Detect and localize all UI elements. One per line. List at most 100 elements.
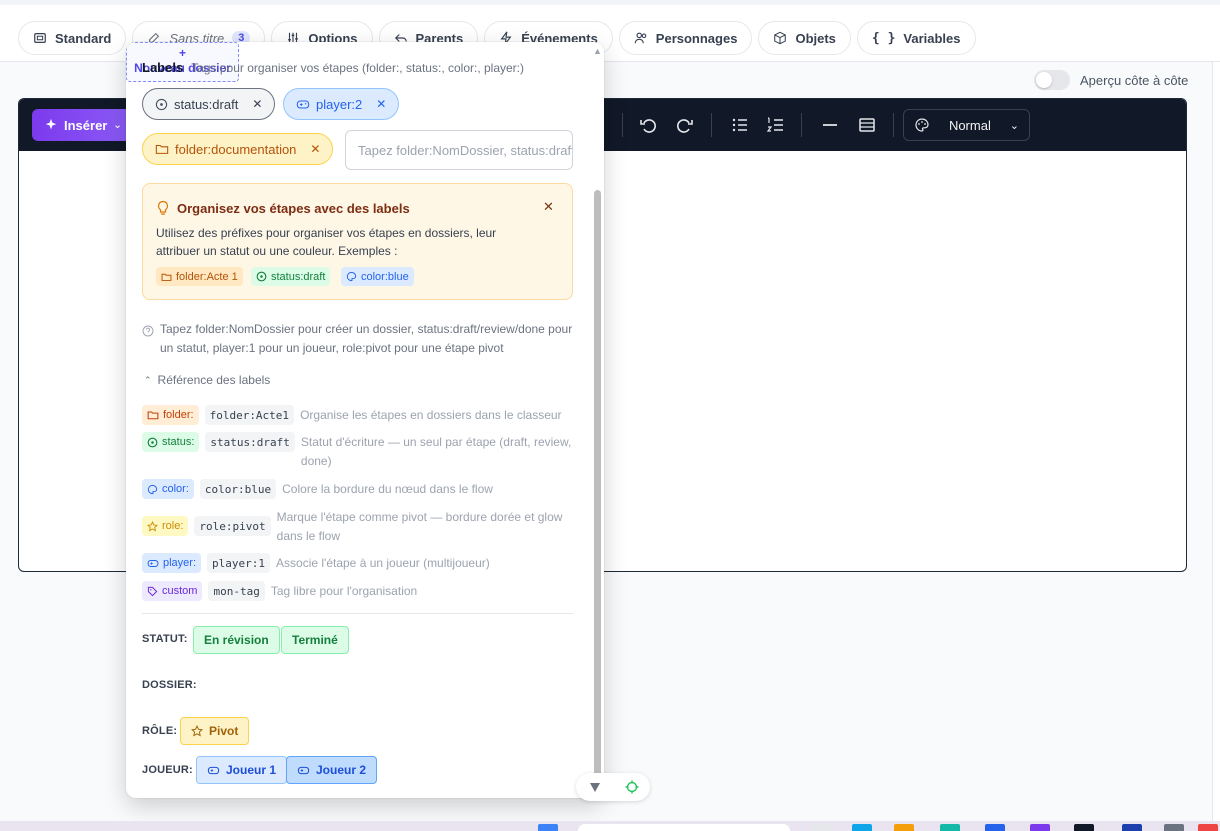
taskbar-app-icon[interactable]: [1074, 824, 1094, 831]
label-chip-player[interactable]: player:2 ✕: [283, 88, 400, 120]
remove-chip-icon[interactable]: ✕: [376, 97, 386, 111]
label-input[interactable]: Tapez folder:NomDossier, status:draft…: [345, 130, 573, 170]
reference-tag: folder:: [142, 405, 199, 425]
tab-objets[interactable]: Objets: [758, 21, 851, 55]
help-label: Tapez folder:NomDossier pour créer un do…: [160, 322, 573, 355]
reference-desc: Associe l'étape à un joueur (multijoueur…: [276, 556, 490, 570]
taskbar-app-icon[interactable]: [1122, 824, 1142, 831]
reference-tag-label: status:: [162, 436, 195, 448]
reference-desc: Statut d'écriture — un seul par étape (d…: [300, 435, 572, 468]
reference-tag: status:: [142, 432, 200, 452]
reference-desc: Organise les étapes en dossiers dans le …: [300, 408, 562, 422]
taskbar-app-icon[interactable]: [1198, 824, 1218, 831]
taskbar-app-icon[interactable]: [1164, 824, 1184, 831]
preview-label: Aperçu côte à côte: [1080, 72, 1189, 88]
example-color-tag: color:blue: [341, 267, 414, 286]
braces-icon: { }: [871, 30, 896, 46]
undo-icon[interactable]: [638, 115, 658, 135]
chevron-up-icon: ⌃: [144, 374, 152, 385]
popover-subtitle: Tags pour organiser vos étapes (folder:,…: [191, 61, 525, 75]
tab-variables[interactable]: { } Variables: [856, 21, 976, 55]
reference-example: mon-tag: [208, 581, 265, 601]
label-chip-status[interactable]: status:draft ✕: [142, 88, 276, 120]
reference-tag-label: folder:: [163, 409, 194, 421]
reference-example: status:draft: [205, 432, 295, 452]
reference-tag-label: color:: [162, 483, 189, 495]
taskbar-app-icon[interactable]: [852, 824, 872, 831]
help-text: Tapez folder:NomDossier pour créer un do…: [142, 320, 577, 358]
table-icon[interactable]: [857, 115, 877, 135]
taskbar-search-box[interactable]: [578, 824, 790, 831]
insert-button[interactable]: Insérer ⌄: [32, 109, 134, 141]
arrow-down-icon[interactable]: [588, 780, 602, 794]
reference-row-role: role: role:pivot Marque l'étape comme pi…: [142, 507, 577, 546]
windows-start-icon[interactable]: [538, 824, 558, 831]
player-1-button[interactable]: Joueur 1: [196, 756, 288, 784]
crosshair-icon[interactable]: [625, 780, 639, 794]
style-select[interactable]: Normal ⌄: [903, 109, 1030, 141]
reference-row-color: color: color:blue Colore la bordure du n…: [142, 479, 493, 499]
reference-row-custom: custom mon-tag Tag libre pour l'organisa…: [142, 581, 417, 601]
tip-body: Utilisez des préfixes pour organiser vos…: [156, 226, 497, 258]
palette-icon: [346, 271, 357, 282]
tab-personnages[interactable]: Personnages: [618, 21, 753, 55]
tab-label: Variables: [903, 30, 961, 46]
side-by-side-preview[interactable]: Aperçu côte à côte: [1034, 70, 1188, 90]
reference-example: role:pivot: [194, 516, 271, 536]
example-status-tag: status:draft: [251, 267, 331, 286]
button-label: En révision: [204, 633, 269, 647]
reference-row-player: player: player:1 Associe l'étape à un jo…: [142, 553, 490, 573]
scroll-up-arrow-icon[interactable]: ▲: [593, 46, 602, 56]
taskbar-app-icon[interactable]: [1030, 824, 1050, 831]
circle-dot-icon: [147, 437, 158, 447]
tip-box: Organisez vos étapes avec des labels ✕ U…: [142, 183, 573, 300]
taskbar-app-icon[interactable]: [894, 824, 914, 831]
redo-icon[interactable]: [675, 115, 695, 135]
chip-label: player:2: [316, 96, 363, 112]
star-icon: [191, 725, 203, 737]
remove-chip-icon[interactable]: ✕: [310, 142, 320, 156]
gamepad-icon: [147, 559, 159, 567]
taskbar: [0, 821, 1220, 831]
remove-chip-icon[interactable]: ✕: [252, 97, 262, 111]
reference-desc: Colore la bordure du nœud dans le flow: [282, 482, 493, 496]
popover-scrollbar-thumb[interactable]: [594, 190, 601, 784]
role-pivot-button[interactable]: Pivot: [180, 717, 250, 745]
player-2-button[interactable]: Joueur 2: [286, 756, 378, 784]
right-panel-edge: [1212, 62, 1220, 822]
folder-icon: [155, 144, 169, 154]
numbered-list-icon[interactable]: [766, 115, 786, 135]
horizontal-rule-icon[interactable]: [820, 115, 840, 135]
gamepad-icon: [296, 99, 310, 109]
style-select-value: Normal: [948, 117, 991, 133]
taskbar-app-icon[interactable]: [812, 824, 832, 831]
taskbar-app-icon[interactable]: [985, 824, 1005, 831]
reference-tag-label: player:: [163, 557, 197, 569]
reference-example: player:1: [207, 553, 271, 573]
circle-dot-icon: [155, 98, 168, 110]
status-done-button[interactable]: Terminé: [281, 626, 349, 654]
reference-row-folder: folder: folder:Acte1 Organise les étapes…: [142, 405, 562, 425]
role-label: RÔLE:: [142, 725, 178, 737]
reference-tag: color:: [142, 479, 194, 499]
example-label: color:blue: [361, 270, 409, 283]
chevron-down-icon: ⌄: [1009, 119, 1019, 132]
layout-icon: [34, 33, 46, 43]
palette-icon: [915, 118, 929, 132]
button-label: Pivot: [209, 724, 239, 738]
bullet-list-icon[interactable]: [730, 115, 750, 135]
palette-icon: [147, 484, 158, 494]
help-circle-icon: [142, 325, 154, 337]
taskbar-app-icon[interactable]: [940, 824, 960, 831]
close-tip-icon[interactable]: ✕: [543, 199, 554, 215]
reference-tag-label: role:: [162, 520, 184, 532]
label-chip-folder[interactable]: folder:documentation ✕: [142, 133, 334, 165]
tab-standard[interactable]: Standard: [18, 21, 127, 55]
reference-toggle[interactable]: ⌃ Référence des labels: [144, 373, 270, 387]
tab-label: Personnages: [655, 30, 738, 46]
preview-toggle[interactable]: [1034, 70, 1070, 90]
circle-dot-icon: [256, 271, 267, 282]
status-review-button[interactable]: En révision: [193, 626, 280, 654]
statut-label: STATUT:: [142, 633, 188, 645]
floating-controls: [576, 773, 650, 801]
